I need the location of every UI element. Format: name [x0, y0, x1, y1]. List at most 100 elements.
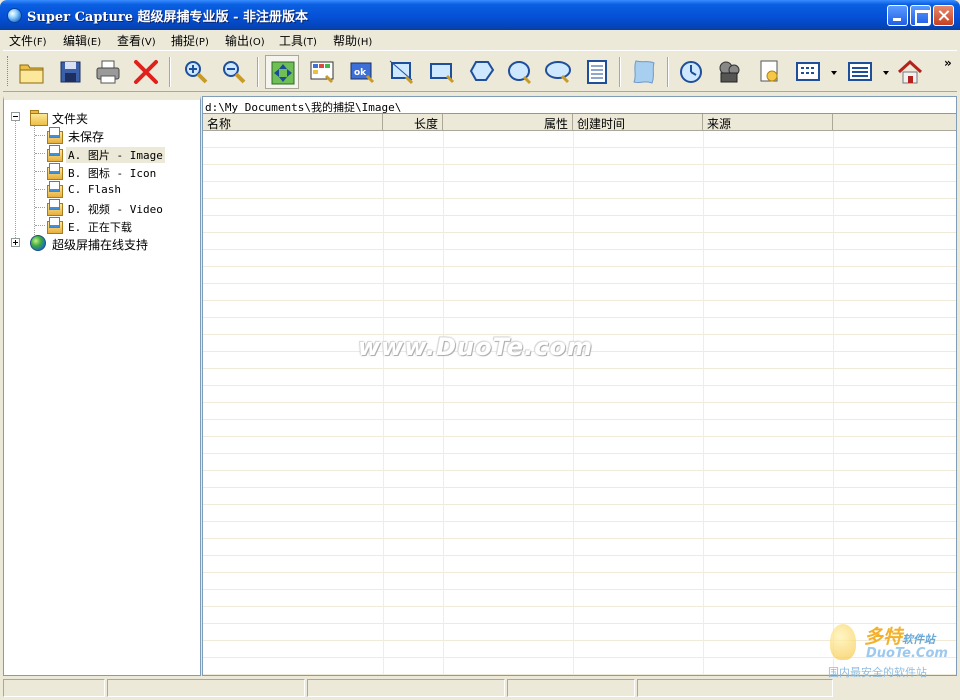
folder-icon [30, 110, 48, 126]
expand-toggle[interactable] [11, 238, 20, 247]
category-folder-icon [46, 217, 63, 234]
path-bar[interactable]: d:\My Documents\我的捕捉\Image\ [202, 96, 957, 114]
image-export-button[interactable] [753, 55, 787, 89]
status-cell [307, 679, 505, 697]
column-divider [573, 131, 574, 675]
zoom-in-button[interactable] [179, 55, 213, 89]
view-mode-icon [796, 62, 820, 81]
status-cell [107, 679, 305, 697]
image-export-icon [760, 60, 778, 82]
file-list[interactable]: 名称 长度 属性 创建时间 来源 [202, 114, 957, 676]
globe-icon [30, 235, 46, 251]
status-cell [507, 679, 635, 697]
current-path: d:\My Documents\我的捕捉\Image\ [205, 101, 402, 114]
grid-capture-icon [310, 61, 334, 84]
tree-online-support[interactable]: 超级屏捕在线支持 [10, 234, 198, 252]
zoom-in-icon [185, 61, 208, 84]
menu-bar: 文件(F) 编辑(E) 查看(V) 捕捉(P) 输出(O) 工具(T) 帮助(H… [3, 30, 957, 50]
view-mode-dropdown[interactable] [831, 71, 837, 75]
menu-view[interactable]: 查看(V) [117, 32, 156, 49]
timer-capture-button[interactable] [675, 55, 709, 89]
polygon-capture-button[interactable] [465, 55, 499, 89]
ok-capture-button[interactable]: ok [345, 55, 379, 89]
maximize-button[interactable] [910, 5, 931, 26]
list-header: 名称 长度 属性 创建时间 来源 [203, 114, 956, 131]
tree-item-label: C. Flash [68, 183, 121, 196]
category-folder-icon [46, 199, 63, 216]
status-bar [3, 678, 957, 698]
detail-view-dropdown[interactable] [883, 71, 889, 75]
view-mode-button[interactable] [791, 55, 825, 89]
save-disk-icon [60, 61, 81, 83]
folder-tree[interactable]: 文件夹 未保存 A. 图片 - Image B. 图标 - Icon C. Fl… [3, 96, 201, 676]
save-button[interactable] [53, 55, 87, 89]
watermark-text: www.DuoTe.com [358, 333, 593, 361]
column-source[interactable]: 来源 [703, 114, 833, 131]
zoom-out-button[interactable] [217, 55, 251, 89]
bulb-logo-icon [830, 624, 856, 660]
print-button[interactable] [91, 55, 125, 89]
minimize-button[interactable] [887, 5, 908, 26]
column-created[interactable]: 创建时间 [573, 114, 703, 131]
region-capture-button[interactable] [385, 55, 419, 89]
corner-logo: 多特软件站 DuoTe.Com 国内最安全的软件站 [826, 620, 956, 680]
ellipse-capture-icon [508, 61, 532, 85]
tree-line [35, 153, 45, 154]
window-title: Super Capture 超级屏捕专业版 - 非注册版本 [27, 10, 308, 25]
toolbar-grip[interactable] [7, 56, 10, 86]
tree-item-label: A. 图片 - Image [66, 147, 165, 163]
list-rows[interactable] [203, 131, 956, 675]
column-name[interactable]: 名称 [203, 114, 383, 131]
tree-item-icon[interactable]: B. 图标 - Icon [46, 162, 196, 180]
menu-edit[interactable]: 编辑(E) [63, 32, 101, 49]
round-capture-button[interactable] [541, 55, 575, 89]
grid-capture-button[interactable] [305, 55, 339, 89]
tree-line [35, 189, 45, 190]
tree-item-flash[interactable]: C. Flash [46, 180, 196, 198]
home-button[interactable] [893, 55, 927, 89]
tree-item-unsaved[interactable]: 未保存 [46, 126, 196, 144]
column-attributes[interactable]: 属性 [443, 114, 573, 131]
menu-tools[interactable]: 工具(T) [279, 32, 317, 49]
scroll-capture-button[interactable] [581, 55, 615, 89]
video-capture-button[interactable] [713, 55, 747, 89]
tree-item-downloading[interactable]: E. 正在下载 [46, 216, 196, 234]
ellipse-capture-button[interactable] [503, 55, 537, 89]
tree-item-label: 未保存 [68, 130, 105, 144]
status-cell [637, 679, 833, 697]
tree-item-label: E. 正在下载 [68, 221, 132, 234]
window-capture-button[interactable] [425, 55, 459, 89]
close-button[interactable] [933, 5, 954, 26]
menu-file[interactable]: 文件(F) [9, 32, 47, 49]
tree-item-video[interactable]: D. 视频 - Video [46, 198, 196, 216]
category-folder-icon [46, 127, 63, 144]
delete-button[interactable] [129, 55, 163, 89]
freehand-capture-button[interactable] [627, 55, 661, 89]
round-capture-icon [545, 61, 571, 84]
category-folder-icon [46, 145, 63, 162]
video-capture-icon [719, 61, 740, 83]
column-divider [383, 131, 384, 675]
tree-item-label: D. 视频 - Video [68, 203, 163, 216]
toolbar-overflow[interactable]: » [944, 56, 952, 70]
toolbar-separator [619, 57, 621, 87]
timer-capture-icon [680, 61, 702, 83]
collapse-toggle[interactable] [11, 112, 20, 121]
title-bar[interactable]: Super Capture 超级屏捕专业版 - 非注册版本 [0, 0, 960, 30]
detail-view-button[interactable] [843, 55, 877, 89]
home-icon [897, 59, 923, 84]
menu-capture[interactable]: 捕捉(P) [171, 32, 209, 49]
move-button[interactable] [265, 55, 299, 89]
polygon-capture-icon [469, 61, 495, 81]
tree-line [35, 171, 45, 172]
menu-output[interactable]: 输出(O) [225, 32, 265, 49]
tree-root-folder[interactable]: 文件夹 [10, 108, 190, 126]
column-length[interactable]: 长度 [383, 114, 443, 131]
tree-item-image[interactable]: A. 图片 - Image [46, 144, 196, 163]
tree-line [15, 120, 16, 244]
zoom-out-icon [223, 61, 246, 84]
region-capture-icon [389, 60, 414, 85]
open-button[interactable] [15, 55, 49, 89]
capture-app-icon[interactable] [7, 8, 22, 23]
menu-help[interactable]: 帮助(H) [333, 32, 372, 49]
